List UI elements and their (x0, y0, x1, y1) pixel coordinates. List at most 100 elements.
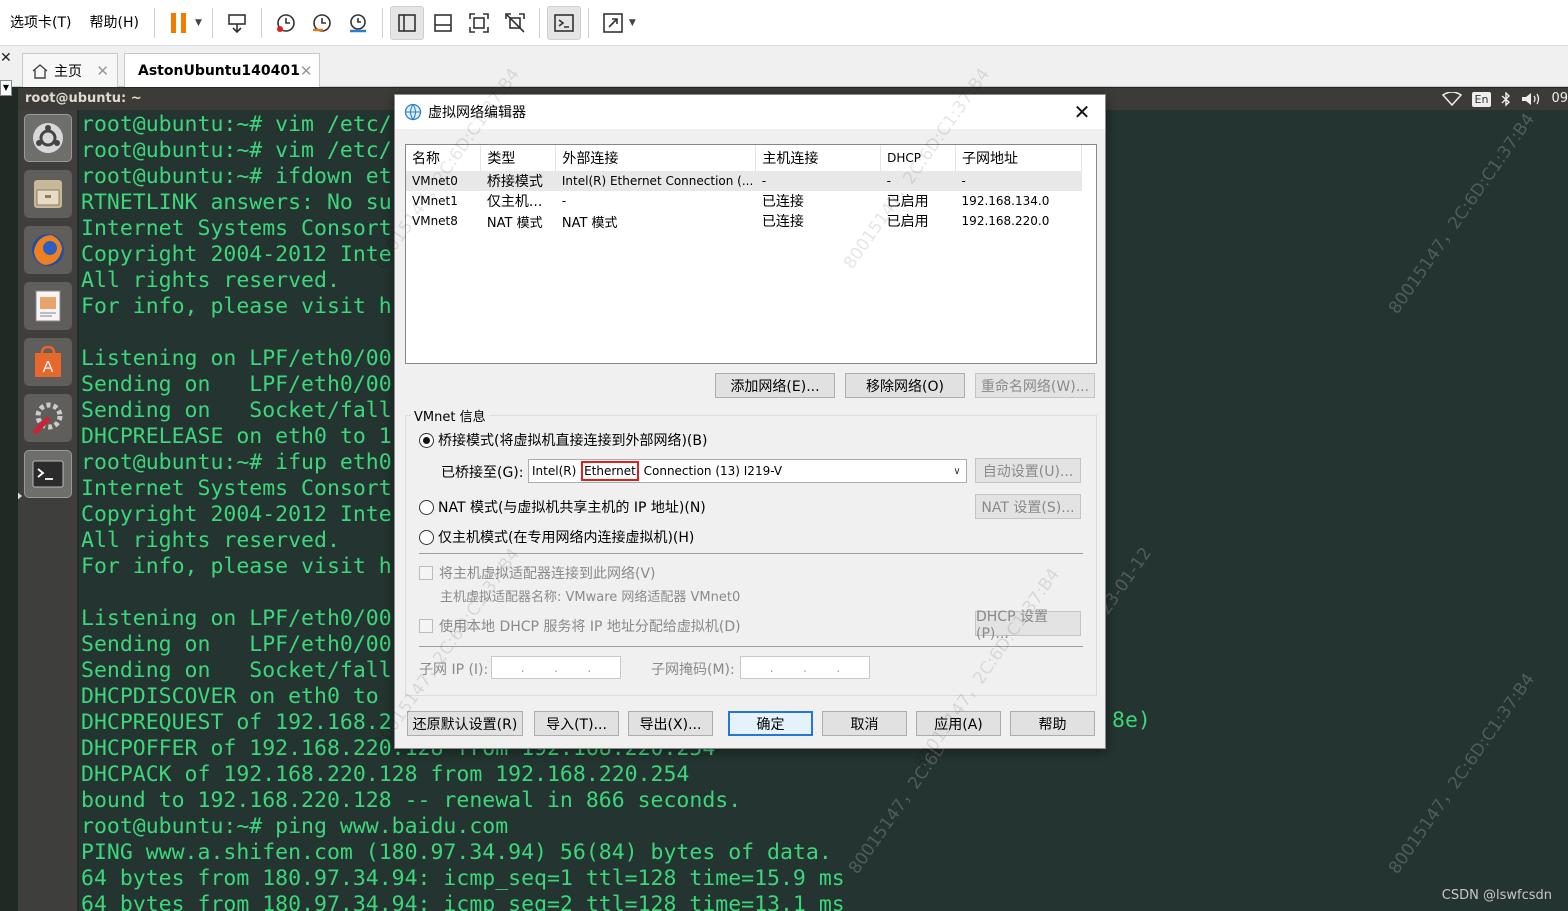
network-table: 名称 类型 外部连接 主机连接 DHCP 子网地址 VMnet0 桥接模式 In… (406, 145, 1082, 231)
bridged-mode-radio[interactable]: 桥接模式(将虚拟机直接连接到外部网络)(B) (419, 430, 707, 450)
tab-home-label: 主页 (54, 63, 82, 80)
auto-settings-button[interactable]: 自动设置(U)... (975, 458, 1081, 483)
host-only-radio[interactable]: 仅主机模式(在专用网络内连接虚拟机)(H) (419, 527, 694, 547)
dhcp-settings-button[interactable]: DHCP 设置(P)... (975, 609, 1081, 642)
wifi-icon[interactable] (1441, 92, 1462, 106)
connect-adapter-checkbox[interactable]: 将主机虚拟适配器连接到此网络(V) (419, 563, 656, 583)
table-row[interactable]: VMnet0 桥接模式 Intel(R) Ethernet Connection… (406, 171, 1082, 191)
stretch-guest-icon[interactable] (596, 6, 630, 40)
vmnet-info-label: VMnet 信息 (411, 406, 489, 425)
snapshot-manager-icon[interactable] (341, 6, 375, 40)
cell-host: 已连接 (761, 194, 804, 210)
keyboard-layout-indicator[interactable]: En (1471, 91, 1492, 107)
column-header-host[interactable]: 主机连接 (755, 145, 882, 171)
library-view-icon[interactable] (389, 5, 424, 40)
cell-type: 桥接模式 (480, 171, 556, 191)
radio-indicator (419, 432, 434, 448)
cell-external: NAT 模式 (561, 215, 618, 231)
remove-network-button[interactable]: 移除网络(O) (845, 373, 965, 398)
toolbar-divider (381, 7, 383, 38)
terminal-line: root@ubuntu:~# ping www.baidu.com (81, 814, 509, 839)
subnet-ip-field[interactable]: ... (491, 656, 621, 679)
cell-subnet: - (955, 171, 1082, 191)
firefox-icon[interactable] (24, 226, 72, 274)
radio-indicator (419, 499, 434, 515)
snapshot-icon[interactable] (269, 6, 303, 40)
system-settings-icon[interactable] (24, 394, 72, 442)
table-row[interactable]: VMnet1 仅主机... - 已连接 已启用 192.168.134.0 (406, 191, 1082, 211)
cell-dhcp: 已启用 (886, 214, 929, 230)
column-header-dhcp[interactable]: DHCP (880, 145, 957, 171)
cell-host: 已连接 (761, 214, 804, 230)
bridged-adapter-select[interactable]: Intel(R) Ethernet Connection (13) I219-V… (528, 459, 967, 483)
menu-tabs[interactable]: 选项卡(T) (1, 0, 80, 46)
close-icon[interactable]: ✕ (1059, 95, 1105, 129)
table-row[interactable]: VMnet8 NAT 模式 NAT 模式 已连接 已启用 192.168.220… (406, 211, 1082, 231)
divider (419, 646, 1083, 647)
console-view-icon[interactable] (546, 5, 581, 40)
fullscreen-icon[interactable] (462, 6, 496, 40)
export-button[interactable]: 导出(X)... (628, 711, 713, 736)
system-tray: En 09 (1441, 88, 1568, 110)
terminal-line: DHCPACK of 192.168.220.128 from 192.168.… (81, 762, 690, 787)
bridged-mode-label: 桥接模式(将虚拟机直接连接到外部网络)(B) (438, 433, 708, 449)
toolbar-divider (153, 7, 155, 38)
terminal-line: bound to 192.168.220.128 -- renewal in 8… (81, 788, 742, 813)
revert-snapshot-icon[interactable] (305, 6, 339, 40)
nat-settings-button[interactable]: NAT 设置(S)... (975, 494, 1081, 519)
csdn-watermark: CSDN @lswfcsdn (1441, 888, 1552, 903)
cell-type: NAT 模式 (486, 215, 543, 231)
presentation-icon[interactable] (24, 282, 72, 330)
tab-vm[interactable]: AstonUbuntu140401 ✕ (124, 53, 320, 87)
apply-button[interactable]: 应用(A) (916, 711, 1001, 736)
rename-network-button[interactable]: 重命名网络(W)... (975, 373, 1095, 398)
menu-help[interactable]: 帮助(H) (80, 0, 147, 46)
unity-mode-icon[interactable] (498, 6, 532, 40)
close-icon[interactable]: ✕ (300, 62, 313, 80)
table-header-row: 名称 类型 外部连接 主机连接 DHCP 子网地址 (406, 145, 1082, 171)
pause-dropdown-icon[interactable]: ▼ (195, 18, 202, 28)
dialog-titlebar: 虚拟网络编辑器 ✕ (395, 95, 1105, 129)
adapter-text-suffix: Connection (13) I219-V (639, 464, 783, 478)
toolbar-divider (587, 7, 589, 38)
local-dhcp-label: 使用本地 DHCP 服务将 IP 地址分配给虚拟机(D) (439, 619, 741, 635)
library-dropdown-icon[interactable]: ▼ (0, 80, 12, 96)
nat-mode-radio[interactable]: NAT 模式(与虚拟机共享主机的 IP 地址)(N) (419, 497, 706, 517)
ok-button[interactable]: 确定 (728, 711, 813, 736)
chevron-down-icon[interactable]: ∨ (948, 466, 966, 477)
network-globe-icon (404, 103, 422, 121)
stretch-dropdown-icon[interactable]: ▼ (629, 18, 636, 28)
column-header-type[interactable]: 类型 (480, 145, 557, 171)
local-dhcp-checkbox[interactable]: 使用本地 DHCP 服务将 IP 地址分配给虚拟机(D) (419, 616, 741, 636)
bluetooth-icon[interactable] (1501, 91, 1511, 107)
svg-text:A: A (43, 359, 54, 376)
connect-adapter-label: 将主机虚拟适配器连接到此网络(V) (439, 566, 656, 582)
add-network-button[interactable]: 添加网络(E)... (715, 373, 835, 398)
file-manager-icon[interactable] (24, 170, 72, 218)
subnet-mask-field[interactable]: ... (740, 656, 870, 679)
cancel-button[interactable]: 取消 (822, 711, 907, 736)
column-header-subnet[interactable]: 子网地址 (955, 145, 1082, 171)
software-center-icon[interactable]: A (24, 338, 72, 386)
column-header-name[interactable]: 名称 (406, 145, 482, 171)
window-title: root@ubuntu: ~ (25, 91, 142, 106)
column-header-external[interactable]: 外部连接 (555, 145, 757, 171)
close-library-icon[interactable]: ✕ (0, 50, 14, 66)
tab-home[interactable]: 主页 ✕ (22, 53, 118, 87)
tab-vm-label: AstonUbuntu140401 (138, 62, 300, 79)
close-icon[interactable]: ✕ (96, 62, 109, 80)
network-list[interactable]: 名称 类型 外部连接 主机连接 DHCP 子网地址 VMnet0 桥接模式 In… (405, 144, 1097, 364)
toolbar-divider (538, 7, 540, 38)
import-button[interactable]: 导入(T)... (534, 711, 619, 736)
thumbnail-bar-icon[interactable] (426, 6, 460, 40)
cell-type: 仅主机... (486, 194, 543, 210)
restore-defaults-button[interactable]: 还原默认设置(R) (407, 711, 523, 736)
ubuntu-dash-icon[interactable] (24, 114, 72, 162)
pause-icon[interactable] (162, 6, 196, 40)
send-ctrl-alt-del-icon[interactable] (220, 6, 254, 40)
clock[interactable]: 09 (1551, 88, 1568, 110)
help-button[interactable]: 帮助 (1010, 711, 1095, 736)
virtual-network-editor-dialog: 虚拟网络编辑器 ✕ 名称 类型 外部连接 主机连接 DHCP 子网地址 VMne… (370, 65, 1106, 773)
terminal-icon[interactable] (24, 450, 72, 498)
volume-icon[interactable] (1521, 92, 1541, 106)
